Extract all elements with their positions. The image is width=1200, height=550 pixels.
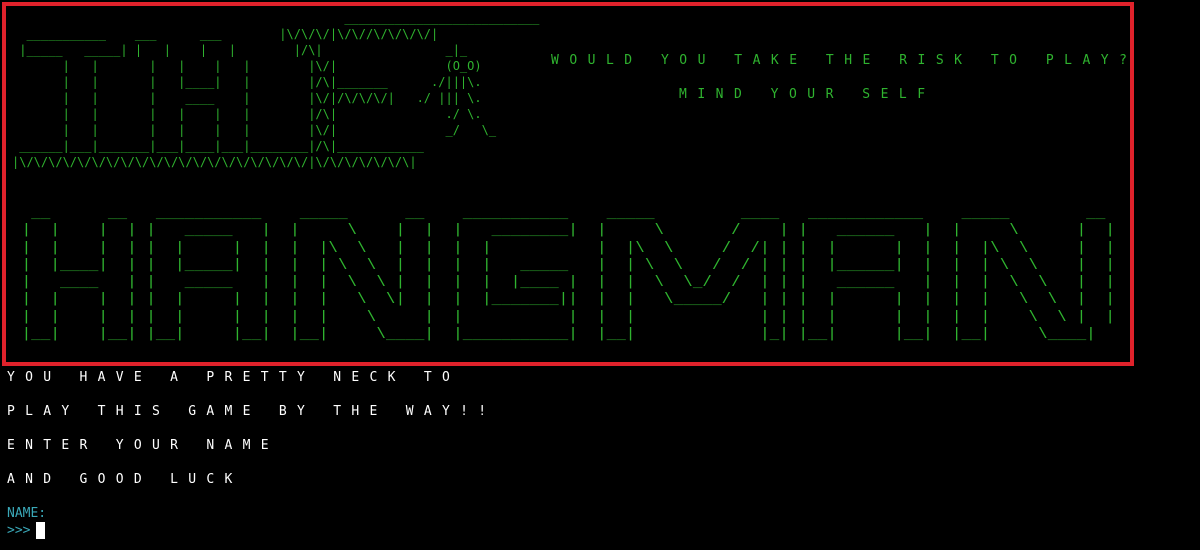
intro-line-1: YOU HAVE A PRETTY NECK TO [7, 370, 461, 385]
text-cursor [36, 521, 46, 539]
the-ascii-art: ___________________________ ___________ … [12, 11, 540, 169]
prompt-arrows: >>> [7, 522, 31, 538]
intro-line-4: AND GOOD LUCK [7, 472, 243, 487]
tagline-mind-yourself: MIND YOUR SELF [679, 87, 936, 102]
intro-line-2: PLAY THIS GAME BY THE WAY!! [7, 404, 497, 419]
title-banner-frame: ___________________________ ___________ … [2, 2, 1134, 366]
name-input-line[interactable]: >>> [7, 521, 46, 539]
tagline-risk: WOULD YOU TAKE THE RISK TO PLAY? [551, 53, 1138, 68]
name-prompt-label: NAME: [7, 506, 47, 521]
hangman-ascii-art: __ __ ___________ _____ __ ___________ _… [21, 204, 1115, 342]
intro-line-3: ENTER YOUR NAME [7, 438, 279, 453]
